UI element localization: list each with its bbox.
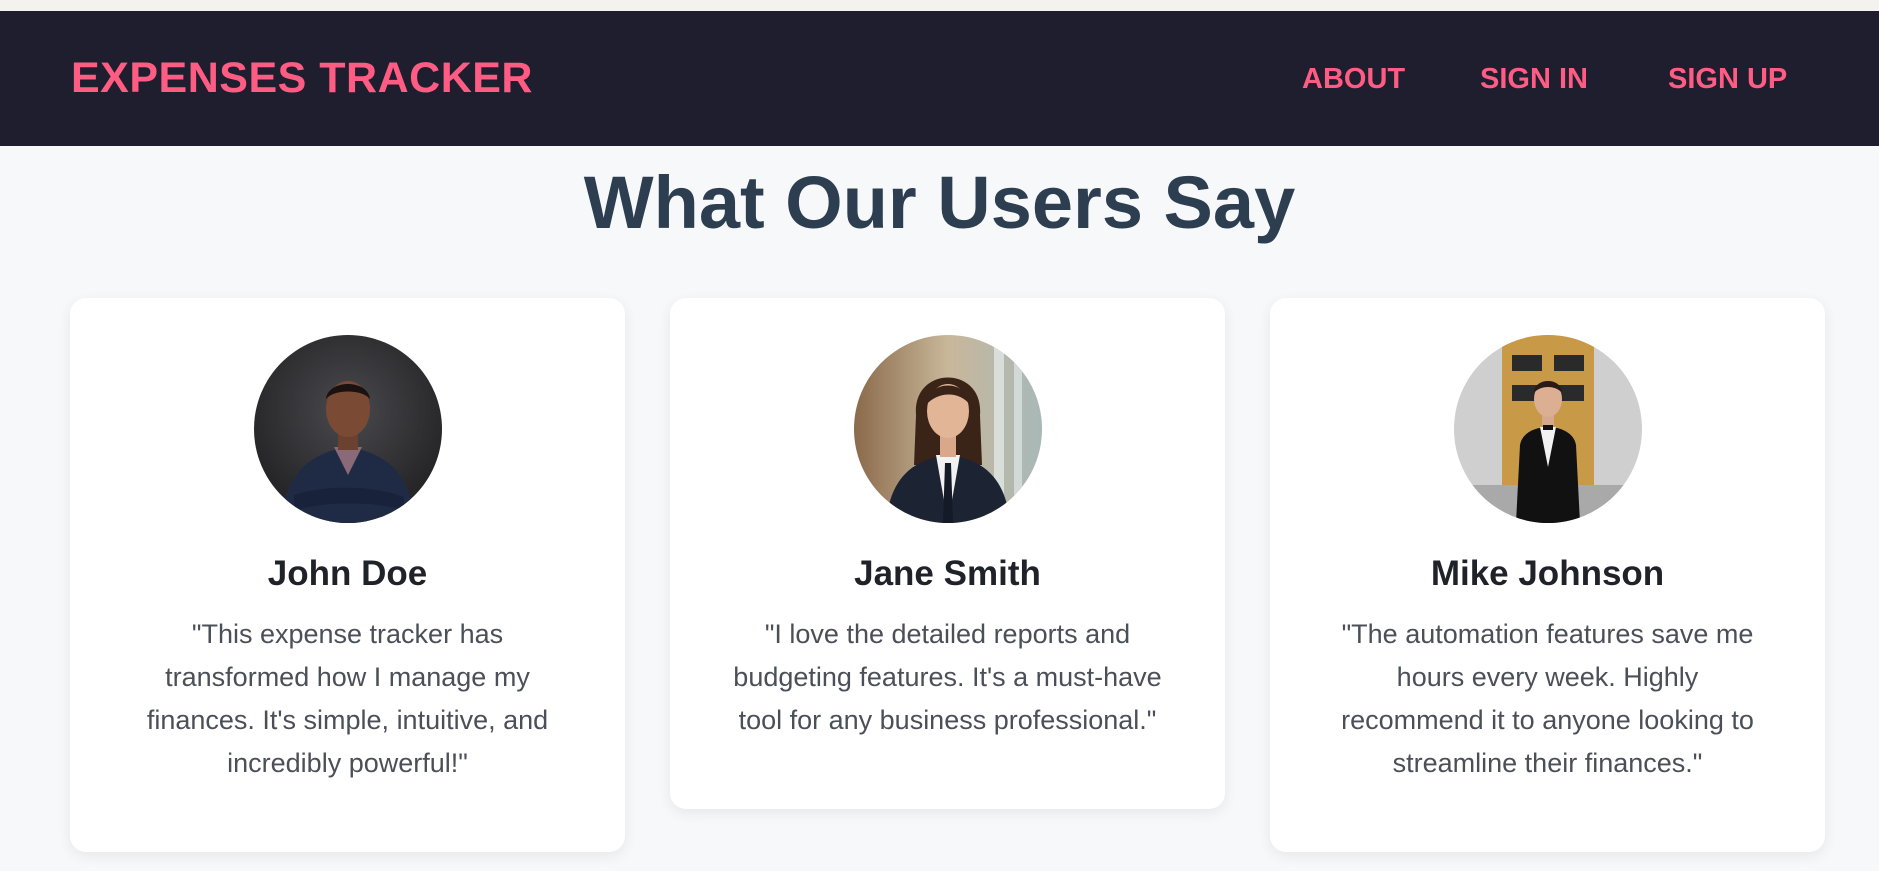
avatar (854, 335, 1042, 523)
testimonial-card: John Doe "This expense tracker has trans… (70, 298, 625, 852)
avatar (254, 335, 442, 523)
nav-sign-in-link[interactable]: SIGN IN (1480, 63, 1588, 96)
user-photo-icon (854, 335, 1042, 523)
testimonial-card: Jane Smith "I love the detailed reports … (670, 298, 1225, 809)
testimonial-name: John Doe (267, 554, 428, 593)
top-strip (0, 0, 1879, 11)
user-photo-icon (1454, 335, 1642, 523)
testimonial-quote: "The automation features save me hours e… (1341, 619, 1754, 778)
avatar (1454, 335, 1642, 523)
brand-logo-text[interactable]: EXPENSES TRACKER (71, 54, 533, 103)
testimonial-quote: "This expense tracker has transformed ho… (146, 619, 549, 778)
navbar: EXPENSES TRACKER ABOUT SIGN IN SIGN UP (0, 11, 1879, 146)
user-photo-icon (254, 335, 442, 523)
nav-sign-up-link[interactable]: SIGN UP (1668, 63, 1787, 96)
testimonial-card: Mike Johnson "The automation features sa… (1270, 298, 1825, 852)
testimonials-title: What Our Users Say (583, 161, 1296, 244)
testimonial-name: Mike Johnson (1430, 554, 1665, 593)
testimonial-quote: "I love the detailed reports and budgeti… (733, 619, 1162, 735)
nav-about-link[interactable]: ABOUT (1302, 63, 1405, 96)
testimonial-name: Jane Smith (854, 554, 1041, 593)
